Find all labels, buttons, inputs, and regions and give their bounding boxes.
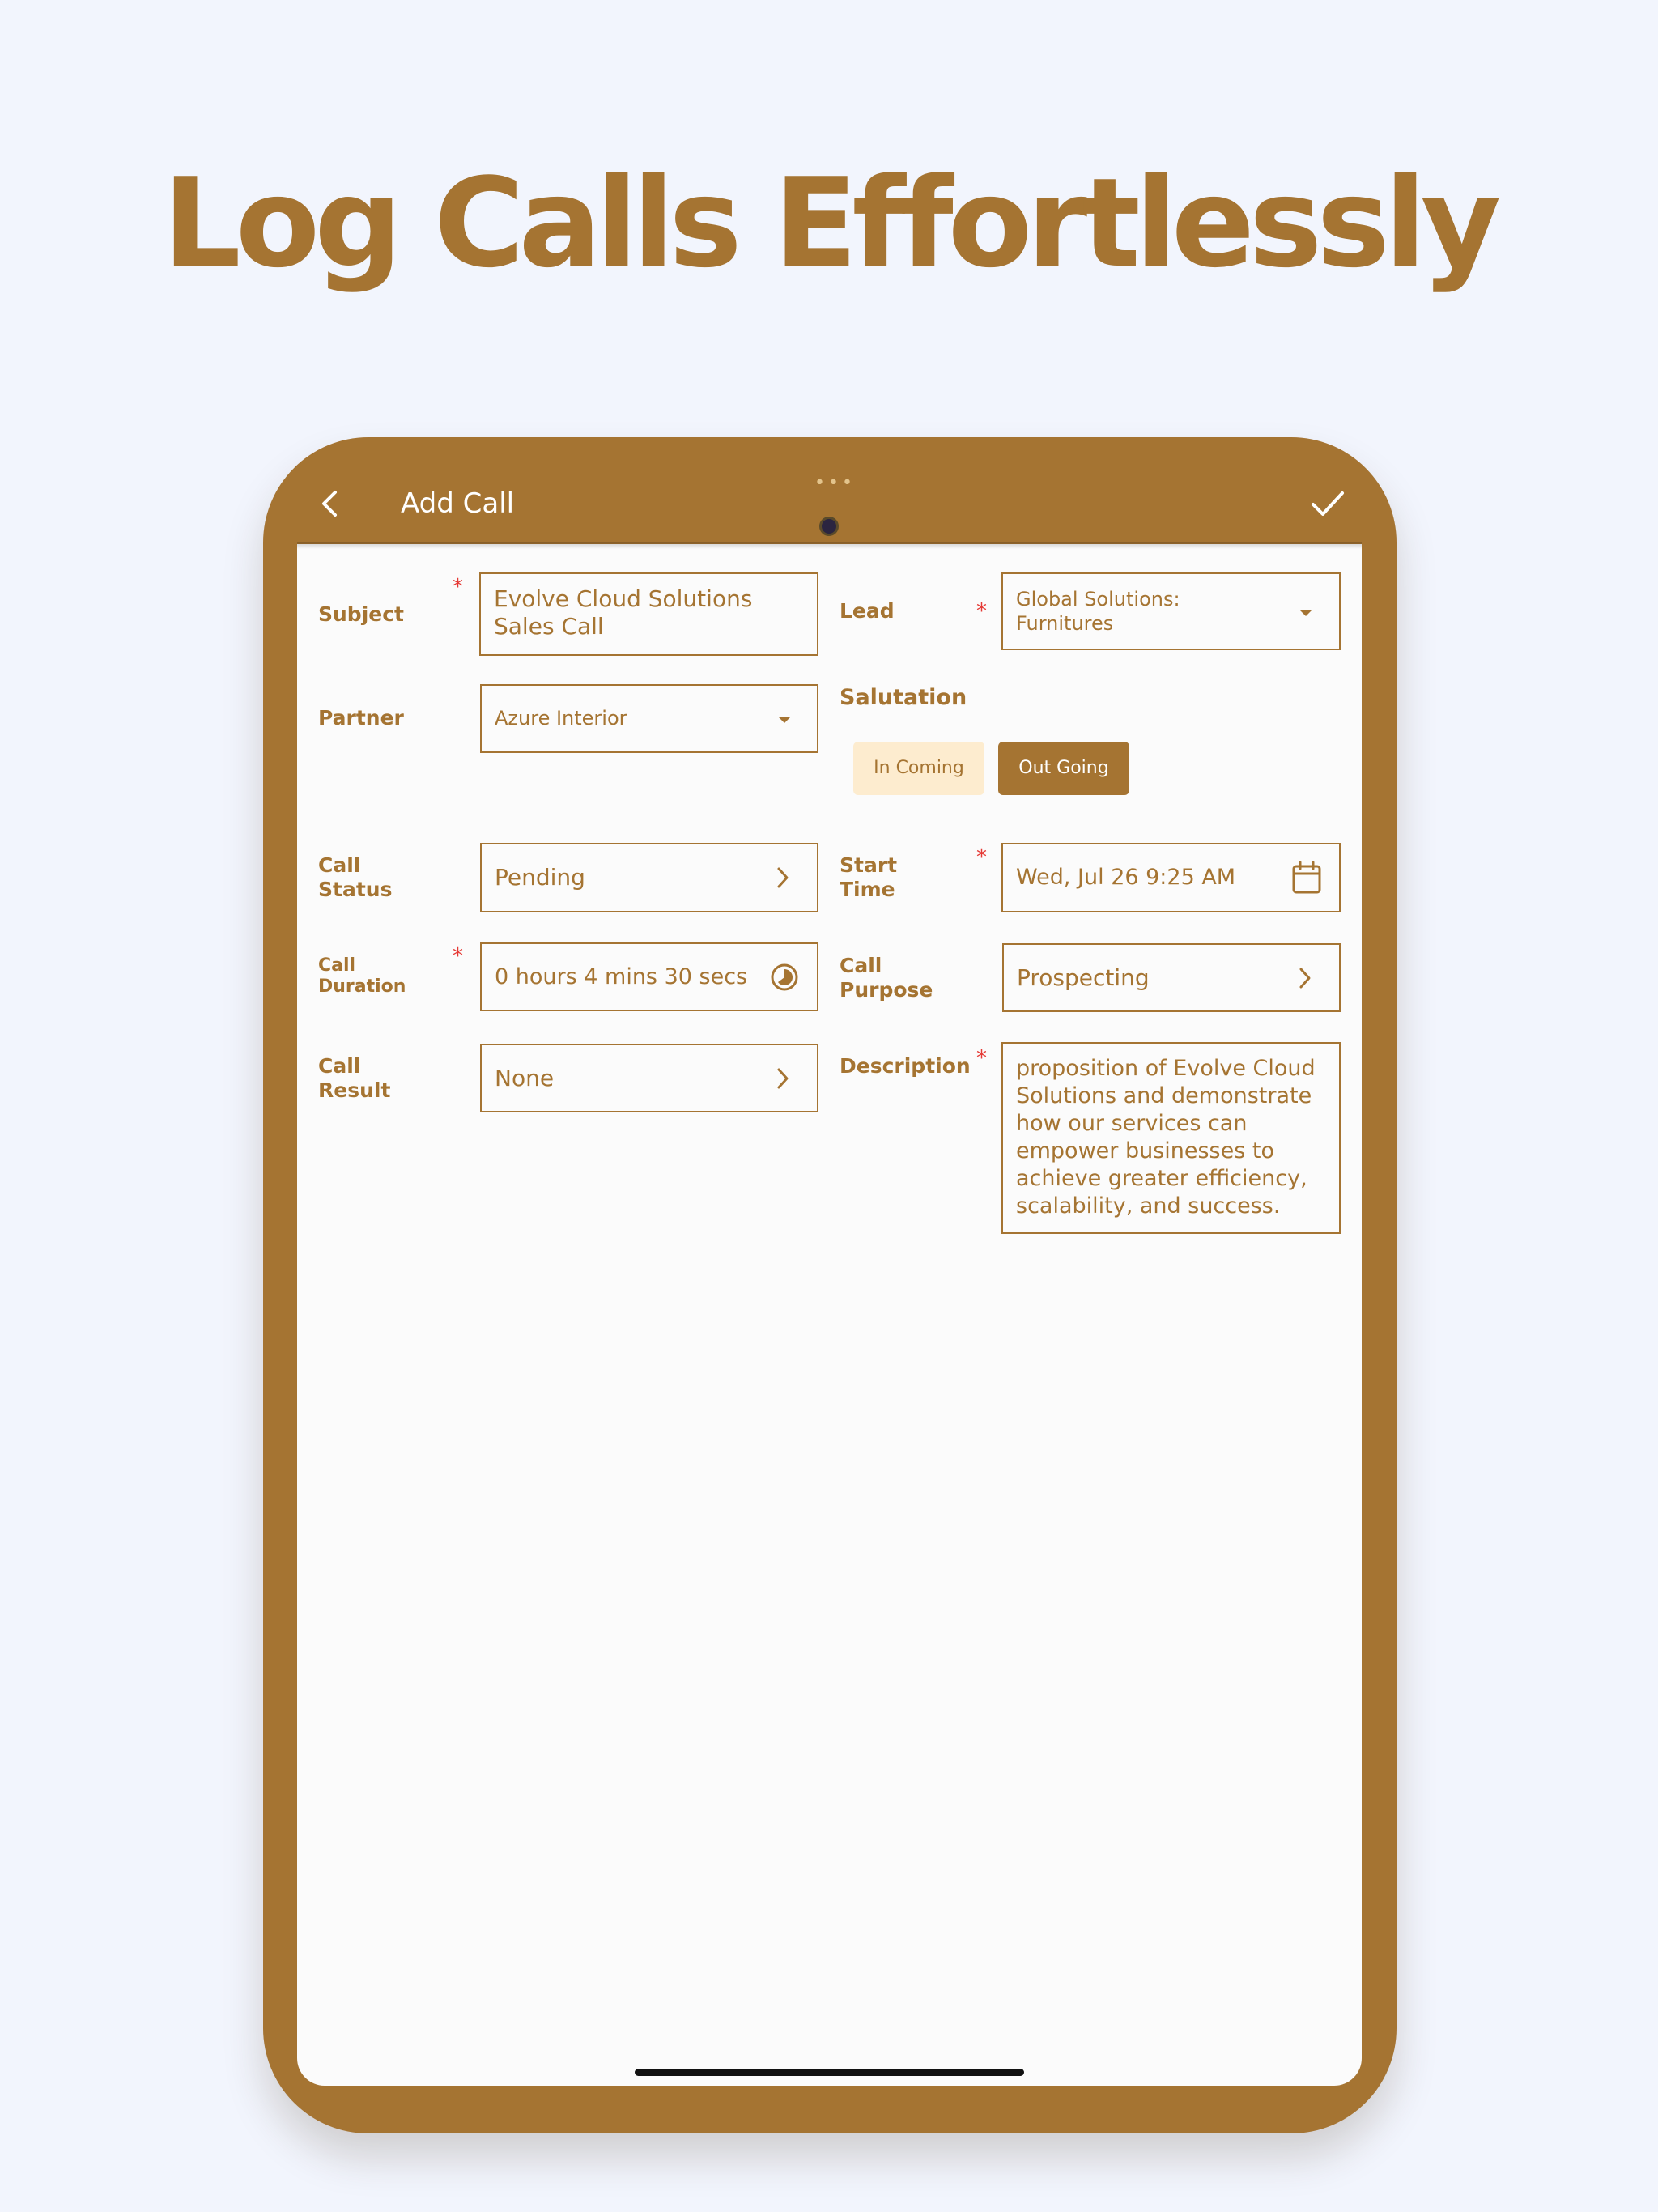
description-line: empower businesses to — [1016, 1138, 1274, 1163]
front-camera — [819, 517, 839, 536]
subject-label: Subject — [318, 602, 404, 626]
page-title: Add Call — [401, 487, 515, 520]
check-icon[interactable] — [1310, 489, 1346, 518]
home-indicator[interactable] — [635, 2069, 1024, 2076]
call-duration-value: 0 hours 4 mins 30 secs — [495, 964, 748, 989]
required-marker: * — [453, 944, 463, 968]
dropdown-arrow-icon — [1299, 610, 1312, 616]
headline: Log Calls Effortlessly — [162, 151, 1501, 295]
call-purpose-value: Prospecting — [1017, 964, 1150, 991]
start-time-label: Start Time — [840, 853, 898, 901]
start-time-field[interactable]: Wed, Jul 26 9:25 AM — [1001, 843, 1341, 912]
call-purpose-field[interactable]: Prospecting — [1002, 943, 1341, 1012]
call-status-label: Call Status — [318, 853, 393, 901]
partner-dropdown[interactable]: Azure Interior — [480, 684, 818, 753]
multitasking-dots[interactable]: ••• — [814, 474, 856, 492]
required-marker: * — [976, 599, 987, 623]
partner-value: Azure Interior — [495, 707, 627, 730]
description-label: Description — [840, 1054, 971, 1078]
subject-value-line1: Evolve Cloud Solutions — [494, 585, 753, 612]
subject-value-line2: Sales Call — [494, 613, 604, 640]
required-marker: * — [976, 1046, 987, 1070]
description-line: achieve greater efficiency, — [1016, 1166, 1307, 1191]
chevron-right-icon — [777, 1068, 789, 1089]
required-marker: * — [976, 845, 987, 870]
call-status-field[interactable]: Pending — [480, 843, 818, 912]
call-duration-label: Call Duration — [318, 955, 406, 998]
chevron-left-icon[interactable] — [317, 487, 342, 520]
lead-label: Lead — [840, 599, 895, 623]
subject-field[interactable]: Evolve Cloud Solutions Sales Call — [479, 572, 818, 656]
call-result-field[interactable]: None — [480, 1044, 818, 1112]
chevron-right-icon — [1299, 968, 1311, 989]
description-line: proposition of Evolve Cloud — [1016, 1056, 1316, 1081]
description-line: Solutions and demonstrate — [1016, 1083, 1312, 1108]
call-result-label: Call Result — [318, 1054, 391, 1102]
description-line: how our services can — [1016, 1111, 1248, 1136]
lead-value-line2: Furnitures — [1016, 612, 1114, 635]
salutation-option-incoming[interactable]: In Coming — [853, 742, 984, 795]
lead-value-line1: Global Solutions: — [1016, 588, 1180, 610]
calendar-icon[interactable] — [1291, 861, 1322, 895]
chevron-right-icon — [777, 867, 789, 888]
salutation-label: Salutation — [840, 685, 967, 710]
timer-icon[interactable] — [769, 962, 800, 993]
salutation-option-outgoing[interactable]: Out Going — [998, 742, 1129, 795]
call-result-value: None — [495, 1065, 555, 1091]
partner-label: Partner — [318, 706, 404, 730]
start-time-value: Wed, Jul 26 9:25 AM — [1016, 865, 1236, 890]
app-screen — [297, 544, 1362, 2086]
lead-dropdown[interactable]: Global Solutions: Furnitures — [1001, 572, 1341, 650]
call-duration-field[interactable]: 0 hours 4 mins 30 secs — [480, 942, 818, 1011]
call-purpose-label: Call Purpose — [840, 954, 933, 1002]
appbar-shadow — [297, 542, 1362, 549]
call-status-value: Pending — [495, 864, 585, 891]
description-field[interactable]: proposition of Evolve Cloud Solutions an… — [1001, 1042, 1341, 1234]
required-marker: * — [453, 575, 463, 599]
description-line: scalability, and success. — [1016, 1193, 1281, 1219]
dropdown-arrow-icon — [778, 717, 791, 723]
